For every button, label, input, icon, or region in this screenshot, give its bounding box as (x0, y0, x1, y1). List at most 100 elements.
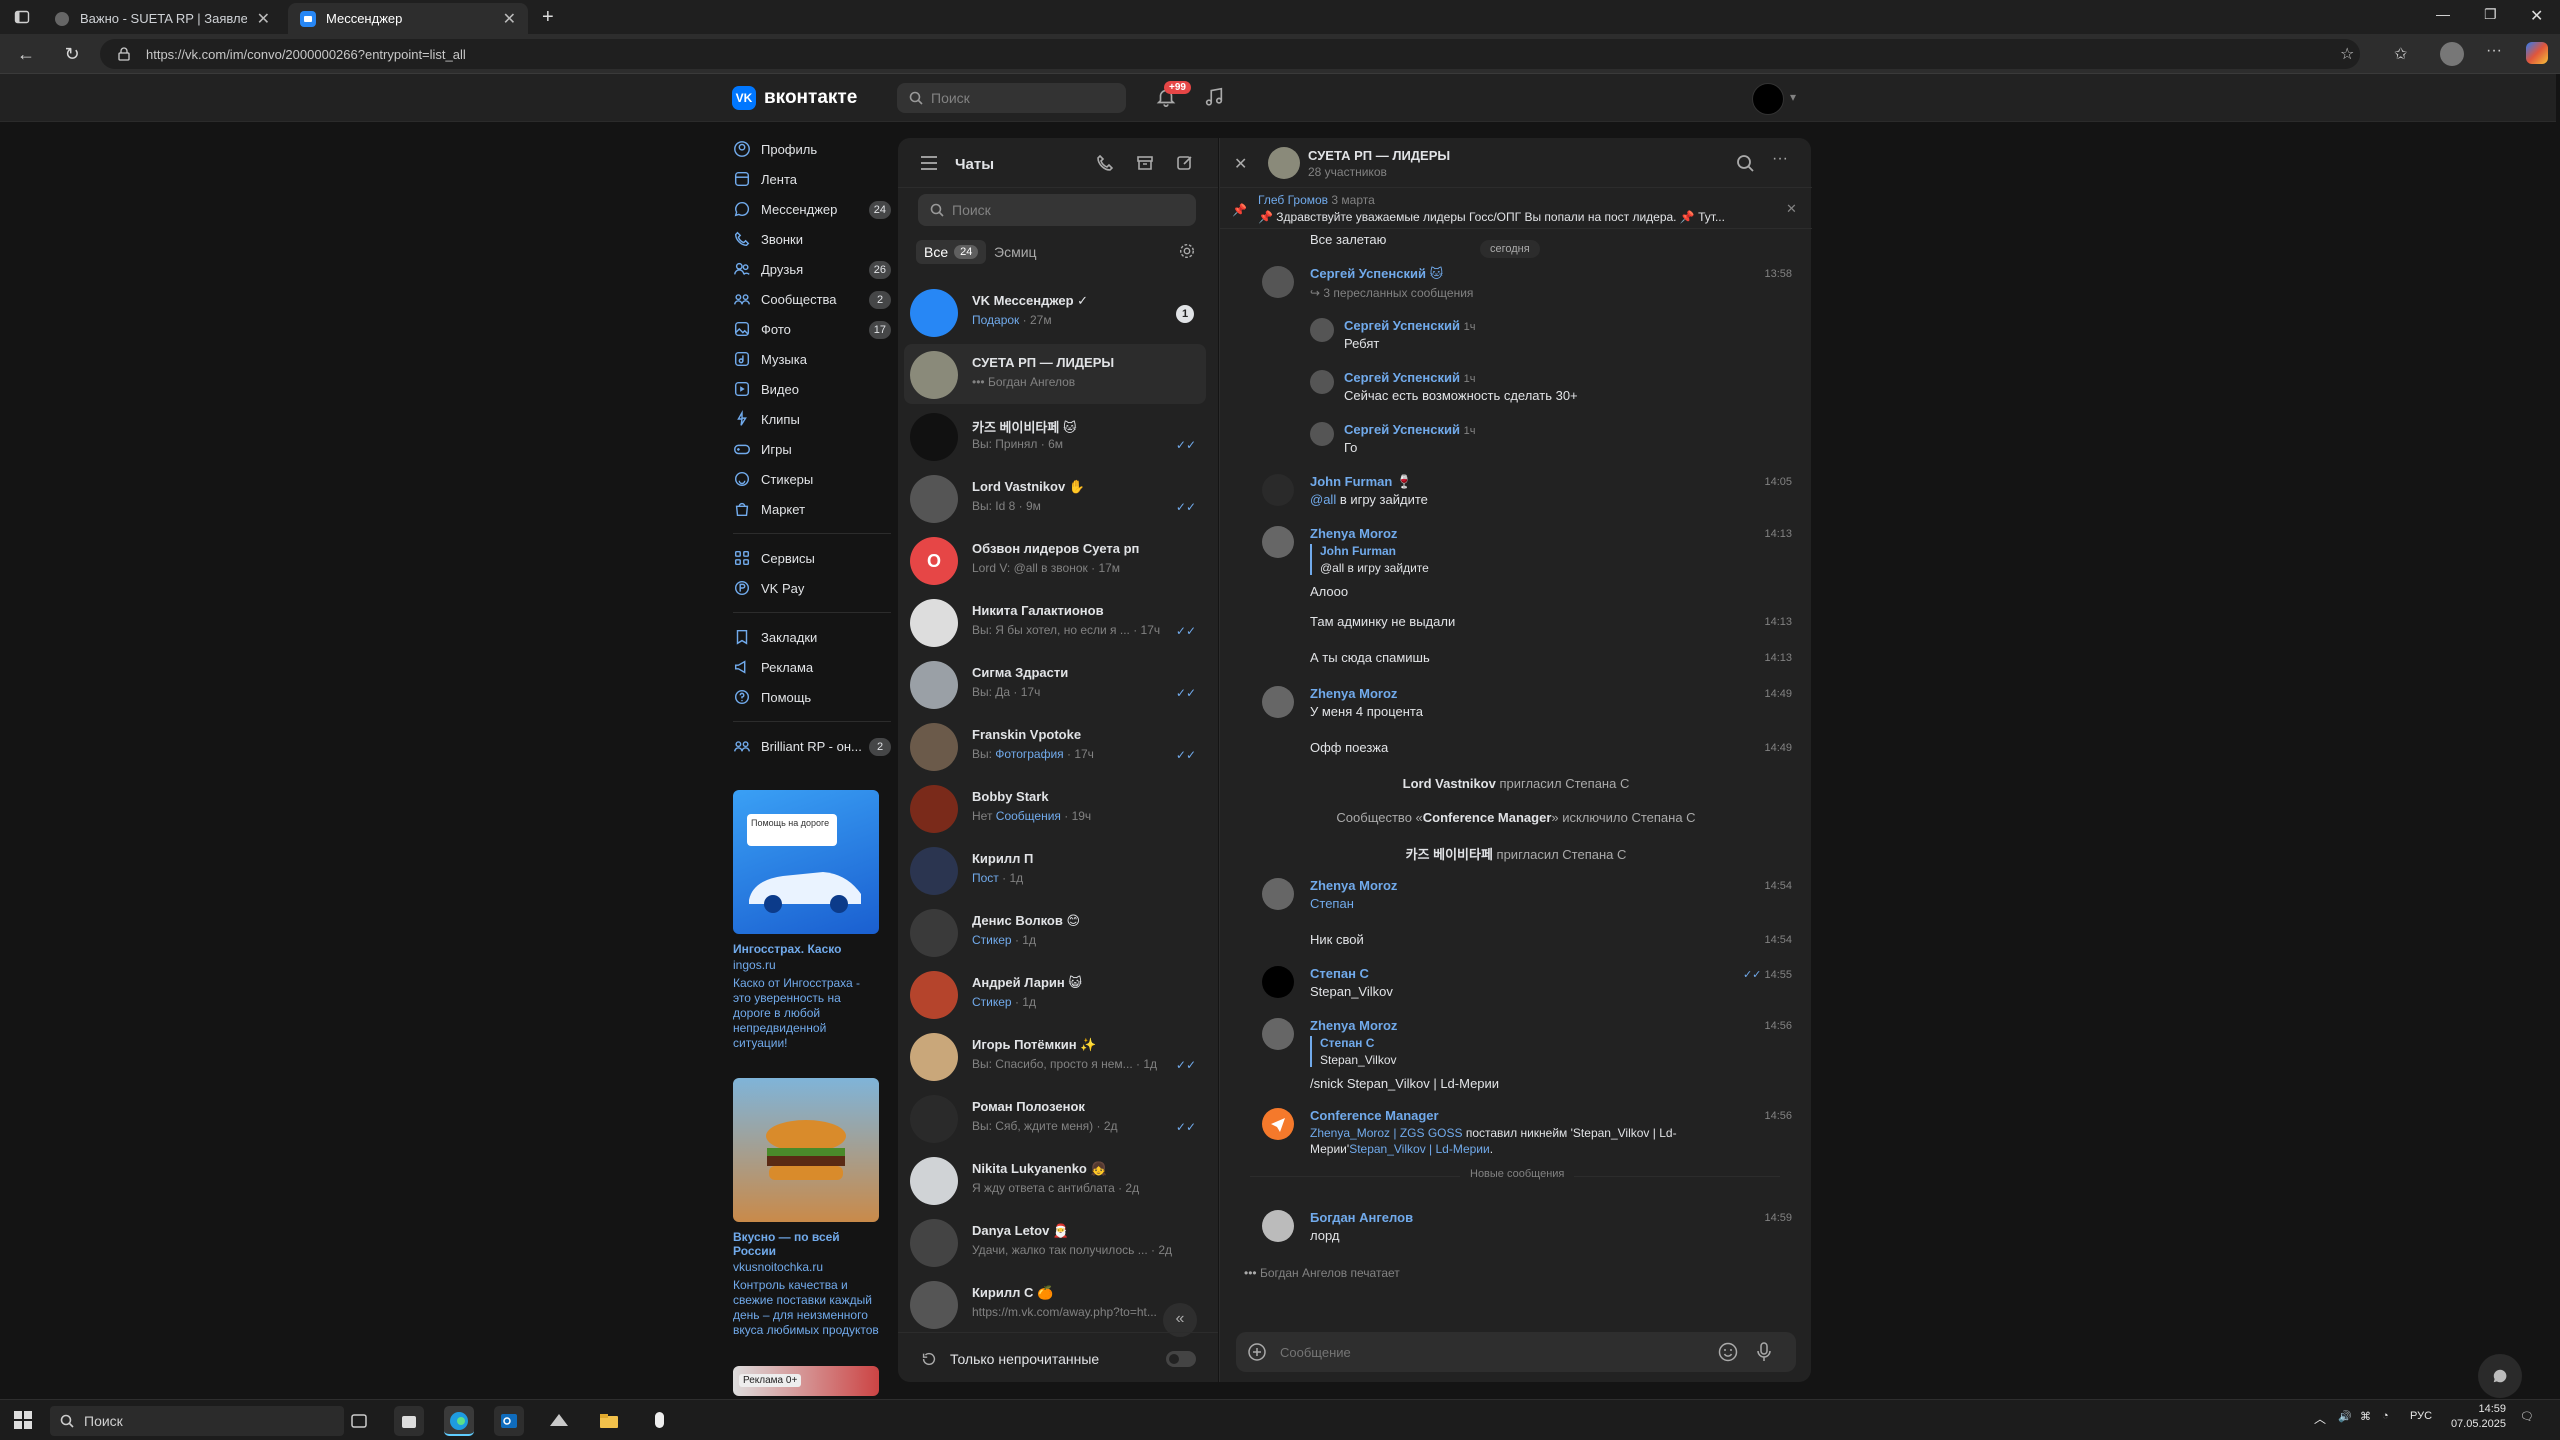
tab-messenger[interactable]: Мессенджер ✕ (288, 3, 528, 34)
message-author[interactable]: Zhenya Moroz (1310, 1018, 1397, 1033)
wifi-icon[interactable]: ◔ (2382, 1410, 2389, 1422)
close-icon[interactable]: ✕ (1234, 154, 1247, 174)
message-author[interactable]: Conference Manager (1310, 1108, 1439, 1123)
chat-row[interactable]: О Обзвон лидеров Суета рп Lord V: @all в з… (904, 530, 1206, 590)
nav-stickers[interactable]: Стикеры (733, 464, 891, 494)
nav-community-brilliant[interactable]: Brilliant RP - он... 2 (733, 731, 891, 761)
mouse-app-icon[interactable] (644, 1406, 674, 1436)
nav-photos[interactable]: Фото 17 (733, 314, 891, 344)
favorites-icon[interactable]: ✩ (2394, 44, 2407, 64)
message[interactable]: Сергей Успенский 🐱 ↪ 3 пересланных сообщ… (1262, 266, 1782, 326)
tab-sueta[interactable]: Важно - SUETA RP | Заявление на ✕ (42, 3, 282, 34)
message-author[interactable]: Сергей Успенский 1ч (1344, 318, 1475, 333)
chat-row[interactable]: Bobby Stark Нет Сообщения · 19ч (904, 778, 1206, 838)
message-author[interactable]: Богдан Ангелов (1310, 1210, 1413, 1225)
reply-quote[interactable]: Степан С Stepan_Vilkov (1310, 1036, 1397, 1067)
task-view-icon[interactable] (344, 1406, 374, 1436)
more-menu-icon[interactable]: ··· (2486, 42, 2502, 60)
language-indicator[interactable]: РУС (2410, 1410, 2432, 1422)
message-link[interactable]: Степан (1310, 896, 1354, 911)
reply-quote[interactable]: John Furman @all в игру зайдите (1310, 544, 1429, 575)
volume-icon[interactable]: 🔊 (2338, 1410, 2352, 1423)
filter-folder-tab[interactable]: Эсмиц (986, 240, 1045, 264)
message-input[interactable] (1280, 1340, 1700, 1364)
ad-third[interactable]: Реклама 0+ (733, 1366, 879, 1396)
filter-all-tab[interactable]: Все 24 (916, 240, 987, 264)
nav-profile[interactable]: Профиль (733, 134, 891, 164)
nav-messenger[interactable]: Мессенджер 24 (733, 194, 891, 224)
favorite-star-icon[interactable]: ☆ (2340, 44, 2354, 64)
tab-close-icon[interactable]: ✕ (503, 9, 516, 29)
chat-row[interactable]: СУЕТА РП — ЛИДЕРЫ ••• Богдан Ангелов (904, 344, 1206, 404)
game-launcher-icon[interactable] (544, 1406, 574, 1436)
conversation-avatar[interactable] (1268, 147, 1300, 179)
message-author[interactable]: Сергей Успенский 🐱 (1310, 266, 1443, 282)
edge-browser-icon[interactable] (444, 1406, 474, 1436)
reload-icon[interactable]: ↻ (60, 42, 84, 66)
nav-friends[interactable]: Друзья 26 (733, 254, 891, 284)
store-icon[interactable] (394, 1406, 424, 1436)
emoji-icon[interactable] (1718, 1342, 1738, 1362)
music-icon[interactable] (1203, 86, 1225, 108)
message-author[interactable]: John Furman 🍷 (1310, 474, 1412, 490)
chat-row[interactable]: Роман Полозенок Вы: Сяб, ждите меня) · 2д… (904, 1088, 1206, 1148)
conversation-title[interactable]: СУЕТА РП — ЛИДЕРЫ (1308, 148, 1450, 163)
message-author[interactable]: Zhenya Moroz (1310, 878, 1397, 893)
message-author[interactable]: Степан С (1310, 966, 1369, 981)
close-pin-icon[interactable]: ✕ (1786, 201, 1797, 217)
message-author[interactable]: Zhenya Moroz (1310, 686, 1397, 701)
outlook-icon[interactable] (494, 1406, 524, 1436)
nav-games[interactable]: Игры (733, 434, 891, 464)
header-search-input[interactable]: Поиск (897, 83, 1126, 113)
chat-row[interactable]: Кирилл С 🍊 https://m.vk.com/away.php?to=h… (904, 1274, 1206, 1334)
call-icon[interactable] (1095, 153, 1115, 173)
user-avatar[interactable] (1752, 83, 1784, 115)
compose-icon[interactable] (1175, 153, 1195, 173)
only-unread-toggle[interactable] (1166, 1351, 1196, 1367)
profile-avatar-icon[interactable] (2440, 42, 2464, 66)
restore-icon[interactable]: ❐ (2484, 6, 2497, 23)
chat-row[interactable]: Lord Vastnikov ✋ Вы: Id 8 · 9м ✓✓ (904, 468, 1206, 528)
ad-ingos[interactable]: Помощь на дороге Ингосстрах. Каско ingos… (733, 790, 879, 1051)
nav-communities[interactable]: Сообщества 2 (733, 284, 891, 314)
tray-overflow-icon[interactable]: ︿ (2314, 1410, 2326, 1427)
microphone-icon[interactable] (1756, 1341, 1772, 1363)
nav-ads[interactable]: Реклама (733, 652, 891, 682)
tab-close-icon[interactable]: ✕ (257, 9, 270, 29)
clock[interactable]: 14:59 07.05.2025 (2450, 1403, 2506, 1430)
chat-row[interactable]: Кирилл П Пост · 1д (904, 840, 1206, 900)
url-field[interactable]: https://vk.com/im/convo/2000000266?entry… (100, 39, 2360, 69)
nav-help[interactable]: Помощь (733, 682, 891, 712)
nav-services[interactable]: Сервисы (733, 543, 891, 573)
nav-calls[interactable]: Звонки (733, 224, 891, 254)
chat-row[interactable]: Nikita Lukyanenko 👧 Я жду ответа с антибл… (904, 1150, 1206, 1210)
copilot-icon[interactable] (2526, 42, 2548, 64)
chat-row[interactable]: VK Мессенджер ✓ Подарок · 27м 1 (904, 282, 1206, 342)
chat-row[interactable]: Danya Letov 🎅 Удачи, жалко так получилось… (904, 1212, 1206, 1272)
chat-row[interactable]: Franskin Vpotoke Вы: Фотография · 17ч ✓✓ (904, 716, 1206, 776)
chat-row[interactable]: 카즈 베이비타페 🐱 Вы: Принял · 6м ✓✓ (904, 406, 1206, 466)
archive-icon[interactable] (1135, 153, 1155, 173)
more-options-icon[interactable]: ··· (1772, 150, 1788, 168)
minimize-icon[interactable]: — (2436, 6, 2450, 22)
chat-row[interactable]: Никита Галактионов Вы: Я бы хотел, но есл… (904, 592, 1206, 652)
chat-row[interactable]: Игорь Потёмкин ✨ Вы: Спасибо, просто я не… (904, 1026, 1206, 1086)
message-author[interactable]: Zhenya Moroz (1310, 526, 1397, 541)
search-icon[interactable] (1736, 154, 1754, 172)
conversation-subtitle[interactable]: 28 участников (1308, 165, 1387, 179)
tab-actions-icon[interactable] (14, 9, 30, 25)
nav-bookmarks[interactable]: Закладки (733, 622, 891, 652)
nav-clips[interactable]: Клипы (733, 404, 891, 434)
taskbar-search[interactable]: Поиск (50, 1406, 344, 1436)
message-author[interactable]: Сергей Успенский 1ч (1344, 370, 1475, 385)
close-window-icon[interactable]: ✕ (2530, 6, 2543, 26)
back-icon[interactable]: ← (14, 42, 38, 66)
nav-feed[interactable]: Лента (733, 164, 891, 194)
nav-vkpay[interactable]: VK Pay (733, 573, 891, 603)
file-explorer-icon[interactable] (594, 1406, 624, 1436)
message-author[interactable]: Сергей Успенский 1ч (1344, 422, 1475, 437)
network-icon[interactable]: ⌘ (2360, 1410, 2371, 1423)
chat-row[interactable]: Андрей Ларин 😺 Стикер · 1д (904, 964, 1206, 1024)
chat-row[interactable]: Денис Волков 😊 Стикер · 1д (904, 902, 1206, 962)
nav-market[interactable]: Маркет (733, 494, 891, 524)
